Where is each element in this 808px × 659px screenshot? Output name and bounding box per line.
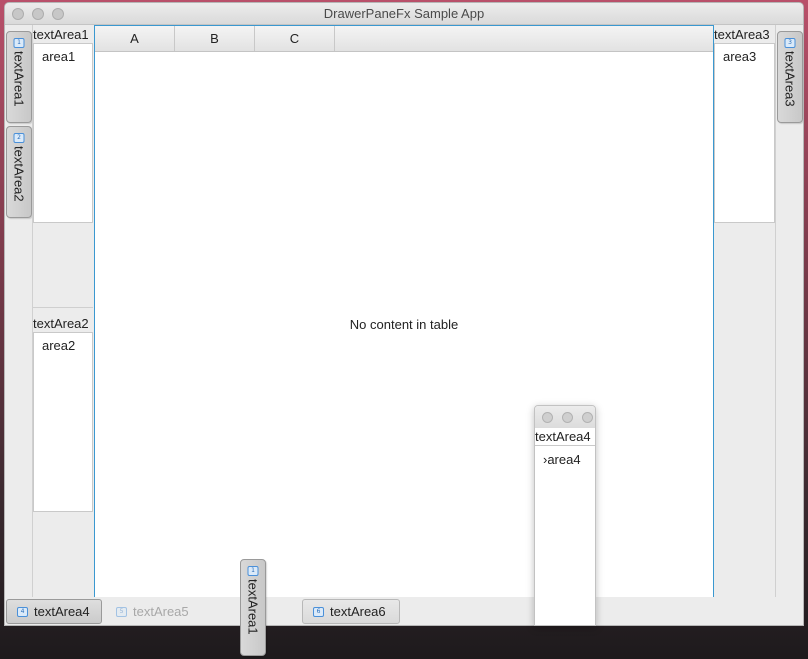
drawer-header-textarea1: textArea1 (33, 27, 89, 42)
bottom-tab-textarea6[interactable]: 6 textArea6 (302, 599, 400, 624)
textarea4-content[interactable]: ›area4 (543, 452, 581, 467)
textarea3-content: area3 (723, 49, 757, 64)
tab-number-icon: 3 (784, 38, 796, 48)
right-tab-label: textArea3 (782, 51, 798, 107)
bottom-tab-bar: 4 textArea4 5 textArea5 6 textArea6 (5, 597, 803, 625)
tab-number-icon: 1 (13, 38, 25, 48)
zoom-window-icon[interactable] (582, 412, 593, 423)
textarea2[interactable]: area2 (33, 332, 93, 512)
floating-header-textarea4: textArea4 (535, 429, 591, 444)
table-header: A B C (95, 26, 713, 52)
floating-tab-label: textArea1 (245, 579, 261, 635)
bottom-tab-label: textArea4 (34, 604, 90, 619)
drawer-divider (775, 25, 776, 597)
drawer-splitter[interactable] (33, 307, 93, 308)
table-placeholder: No content in table (349, 317, 459, 332)
right-tab-textarea3[interactable]: 3 textArea3 (777, 31, 803, 123)
column-header-c[interactable]: C (255, 26, 335, 51)
textarea2-content: area2 (42, 338, 76, 353)
floating-window-titlebar[interactable] (535, 406, 595, 428)
minimize-window-icon[interactable] (562, 412, 573, 423)
textarea1-content: area1 (42, 49, 76, 64)
app-window: DrawerPaneFx Sample App 1 textArea1 2 te… (4, 2, 804, 626)
data-table[interactable]: A B C No content in table (94, 25, 714, 598)
left-tab-textarea1[interactable]: 1 textArea1 (6, 31, 32, 123)
bottom-tab-textarea4[interactable]: 4 textArea4 (6, 599, 102, 624)
title-bar: DrawerPaneFx Sample App (5, 3, 803, 25)
left-tab-label: textArea1 (11, 51, 27, 107)
left-tab-textarea2[interactable]: 2 textArea2 (6, 126, 32, 218)
tab-number-icon: 6 (313, 606, 324, 617)
window-title: DrawerPaneFx Sample App (323, 6, 485, 21)
column-header-b[interactable]: B (175, 26, 255, 51)
bottom-tab-label: textArea6 (330, 604, 386, 619)
close-window-icon[interactable] (542, 412, 553, 423)
drawer-header-textarea3: textArea3 (714, 27, 770, 42)
left-tab-label: textArea2 (11, 146, 27, 202)
textarea3[interactable]: area3 (714, 43, 775, 223)
textarea1[interactable]: area1 (33, 43, 93, 223)
floating-window-textarea4[interactable]: textArea4 ›area4 (534, 405, 596, 626)
drawer-header-textarea2: textArea2 (33, 316, 89, 331)
divider (535, 445, 595, 446)
tab-number-icon: 2 (13, 133, 25, 143)
floating-tab-textarea1[interactable]: 1 textArea1 (240, 559, 266, 656)
bottom-tab-textarea5[interactable]: 5 textArea5 (106, 599, 202, 624)
tab-number-icon: 4 (17, 606, 28, 617)
column-header-a[interactable]: A (95, 26, 175, 51)
tab-number-icon: 5 (116, 606, 127, 617)
tab-number-icon: 1 (247, 566, 259, 576)
bottom-tab-label: textArea5 (133, 604, 189, 619)
